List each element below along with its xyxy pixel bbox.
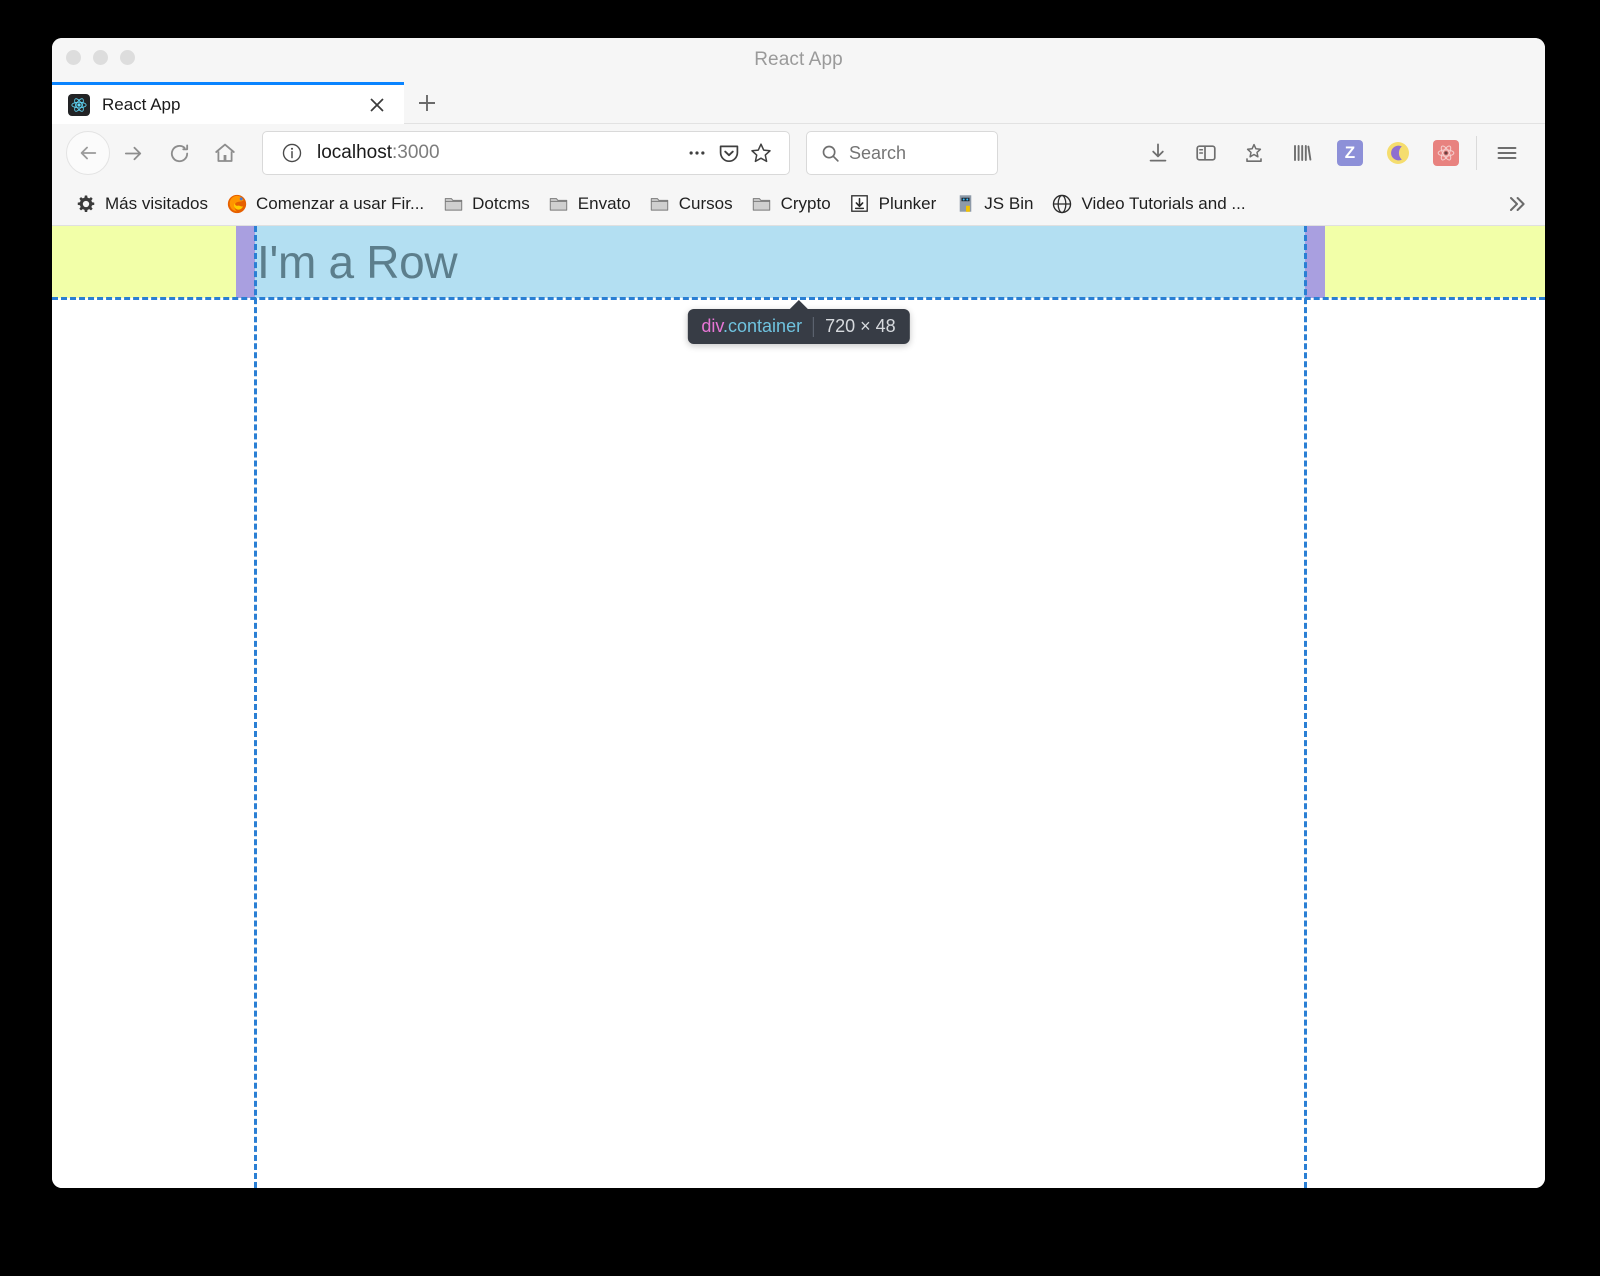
- dark-mode-extension[interactable]: [1374, 130, 1422, 176]
- toolbar-right: Z: [1134, 130, 1531, 176]
- react-devtools-extension[interactable]: [1422, 130, 1470, 176]
- page-actions-icon[interactable]: [681, 137, 713, 169]
- pocket-icon[interactable]: [713, 137, 745, 169]
- row-padding-left: [236, 226, 256, 298]
- info-circle-icon[interactable]: [279, 140, 305, 166]
- tab-title: React App: [102, 95, 364, 115]
- folder-icon: [548, 193, 570, 215]
- url-port: :3000: [392, 142, 440, 163]
- url-text[interactable]: localhost:3000: [317, 142, 681, 164]
- firefox-icon: [226, 193, 248, 215]
- save-to-pocket-icon[interactable]: [1230, 130, 1278, 176]
- back-button[interactable]: [66, 131, 110, 175]
- toolbar-divider: [1476, 136, 1477, 170]
- window-title: React App: [52, 49, 1545, 71]
- bookmark-label: Crypto: [781, 194, 831, 214]
- downloads-icon[interactable]: [1134, 130, 1182, 176]
- forward-button[interactable]: [110, 130, 156, 176]
- url-bar[interactable]: localhost:3000: [262, 131, 790, 175]
- inspector-guide-vertical-left: [254, 226, 257, 1188]
- bookmark-plunker[interactable]: Plunker: [840, 188, 946, 220]
- hamburger-menu-icon[interactable]: [1483, 130, 1531, 176]
- bookmark-video-tutorials[interactable]: Video Tutorials and ...: [1042, 188, 1254, 220]
- bookmark-label: JS Bin: [984, 194, 1033, 214]
- inspector-guide-vertical-right: [1304, 226, 1307, 1188]
- search-input[interactable]: [849, 143, 959, 164]
- inspector-tag-name: div: [701, 316, 723, 336]
- search-bar[interactable]: [806, 131, 998, 175]
- tab-react-app[interactable]: React App: [52, 82, 404, 124]
- folder-icon: [442, 193, 464, 215]
- sidebar-icon[interactable]: [1182, 130, 1230, 176]
- bookmark-label: Dotcms: [472, 194, 530, 214]
- url-host: localhost: [317, 142, 392, 163]
- inspector-dimensions: 720 × 48: [825, 316, 896, 337]
- gear-icon: [75, 193, 97, 215]
- inspector-tag: div.container: [701, 316, 802, 337]
- reload-icon[interactable]: [156, 130, 202, 176]
- bookmark-comenzar-firefox[interactable]: Comenzar a usar Fir...: [217, 188, 433, 220]
- bookmark-label: Cursos: [679, 194, 733, 214]
- inspector-tooltip: div.container 720 × 48: [687, 309, 909, 344]
- zotero-extension[interactable]: Z: [1326, 130, 1374, 176]
- bookmark-crypto[interactable]: Crypto: [742, 188, 840, 220]
- traffic-lights: [66, 50, 135, 65]
- react-icon: [68, 94, 90, 116]
- close-icon[interactable]: [364, 92, 390, 118]
- row-content-box: I'm a Row: [255, 226, 1305, 298]
- folder-icon: [649, 193, 671, 215]
- search-icon: [817, 140, 843, 166]
- react-devtools-badge: [1433, 140, 1459, 166]
- tab-strip: React App: [52, 82, 1545, 124]
- bookmark-cursos[interactable]: Cursos: [640, 188, 742, 220]
- close-window-button[interactable]: [66, 50, 81, 65]
- page-viewport: I'm a Row div.container 720 × 48: [52, 226, 1545, 1188]
- bookmark-jsbin[interactable]: JS Bin: [945, 188, 1042, 220]
- bookmark-label: Comenzar a usar Fir...: [256, 194, 424, 214]
- jsbin-icon: [954, 193, 976, 215]
- row-padding-right: [1305, 226, 1325, 298]
- bookmark-dotcms[interactable]: Dotcms: [433, 188, 539, 220]
- star-icon[interactable]: [745, 137, 777, 169]
- inspector-divider: [813, 317, 814, 337]
- bookmark-label: Más visitados: [105, 194, 208, 214]
- bookmarks-bar: Más visitados Comenzar a usar Fir...: [52, 182, 1545, 226]
- inspector-class-name: .container: [723, 316, 802, 336]
- bookmark-mas-visitados[interactable]: Más visitados: [66, 188, 217, 220]
- zotero-badge: Z: [1337, 140, 1363, 166]
- bookmark-label: Envato: [578, 194, 631, 214]
- page-title: I'm a Row: [255, 239, 457, 285]
- chevron-double-right-icon[interactable]: [1499, 187, 1533, 221]
- library-icon[interactable]: [1278, 130, 1326, 176]
- home-icon[interactable]: [202, 130, 248, 176]
- navigation-toolbar: localhost:3000: [52, 124, 1545, 182]
- new-tab-button[interactable]: [404, 82, 450, 124]
- browser-window: React App React App: [52, 38, 1545, 1188]
- bookmark-label: Plunker: [879, 194, 937, 214]
- globe-icon: [1051, 193, 1073, 215]
- titlebar: React App: [52, 38, 1545, 82]
- bookmark-label: Video Tutorials and ...: [1081, 194, 1245, 214]
- zoom-window-button[interactable]: [120, 50, 135, 65]
- plunker-icon: [849, 193, 871, 215]
- minimize-window-button[interactable]: [93, 50, 108, 65]
- bookmark-envato[interactable]: Envato: [539, 188, 640, 220]
- folder-icon: [751, 193, 773, 215]
